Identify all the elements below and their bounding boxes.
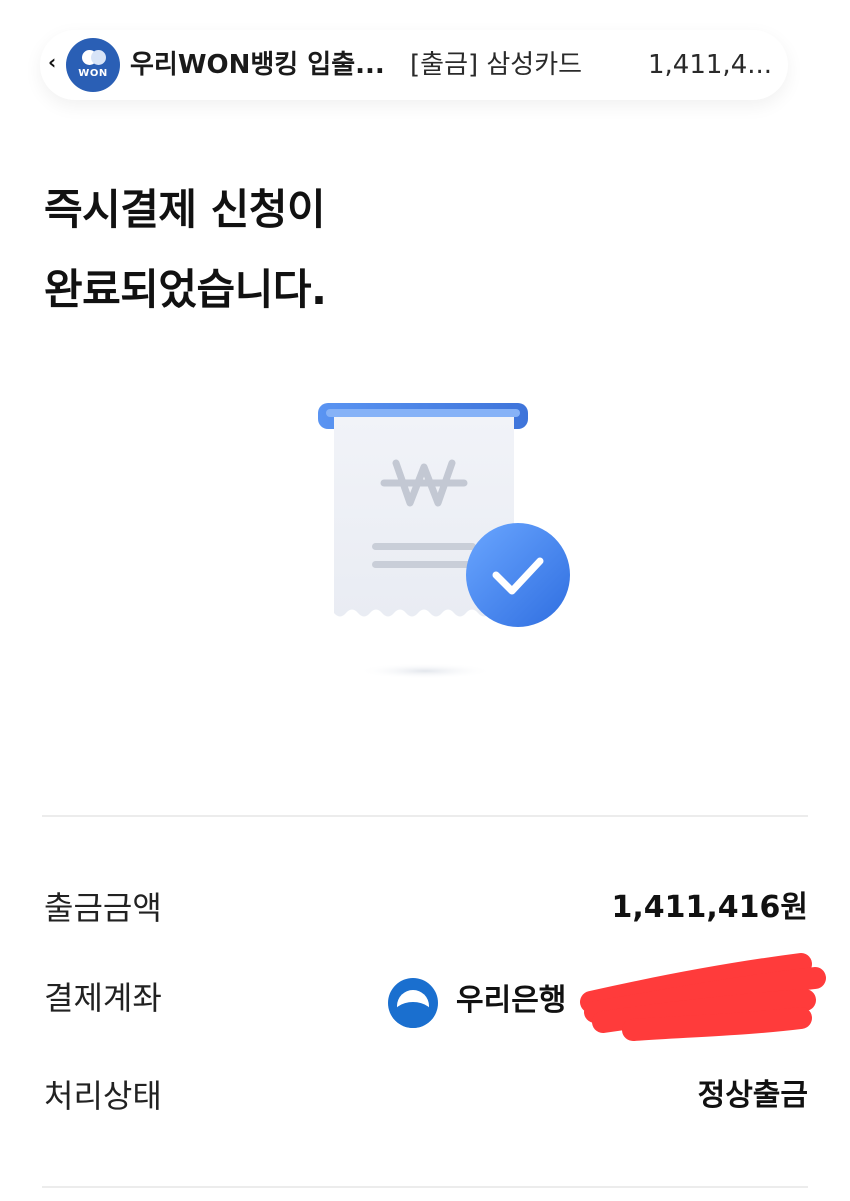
process-status-label: 처리상태 xyxy=(44,1077,162,1115)
withdrawal-amount-label: 출금금액 xyxy=(44,889,162,927)
page-title: 즉시결제 신청이 완료되었습니다. xyxy=(44,170,327,330)
receipt-check-icon xyxy=(300,395,600,695)
bank-name: 우리은행 xyxy=(456,983,567,1018)
page-title-line2: 완료되었습니다. xyxy=(44,265,327,314)
notification-message: [출금] 삼성카드 xyxy=(410,50,583,80)
redaction-scribble xyxy=(580,953,826,1041)
divider xyxy=(42,1186,808,1188)
chevron-left-icon[interactable]: ‹ xyxy=(48,50,56,74)
notification-banner[interactable]: ‹ WON 우리WON뱅킹 입출... [출금] 삼성카드 1,411,4... xyxy=(40,30,788,100)
payment-account-label: 결제계좌 xyxy=(44,979,162,1017)
payment-account-value: 우리은행 xyxy=(388,953,828,1041)
process-status-value: 정상출금 xyxy=(697,1078,808,1113)
notification-app-name: 우리WON뱅킹 입출... xyxy=(130,50,385,80)
divider xyxy=(42,815,808,817)
woori-won-app-icon: WON xyxy=(66,38,120,92)
app-logo-text: WON xyxy=(78,68,108,79)
woori-bank-logo-icon xyxy=(388,978,438,1028)
page-title-line1: 즉시결제 신청이 xyxy=(44,185,326,234)
notification-amount: 1,411,4... xyxy=(648,50,773,80)
withdrawal-amount-value: 1,411,416원 xyxy=(611,890,808,925)
